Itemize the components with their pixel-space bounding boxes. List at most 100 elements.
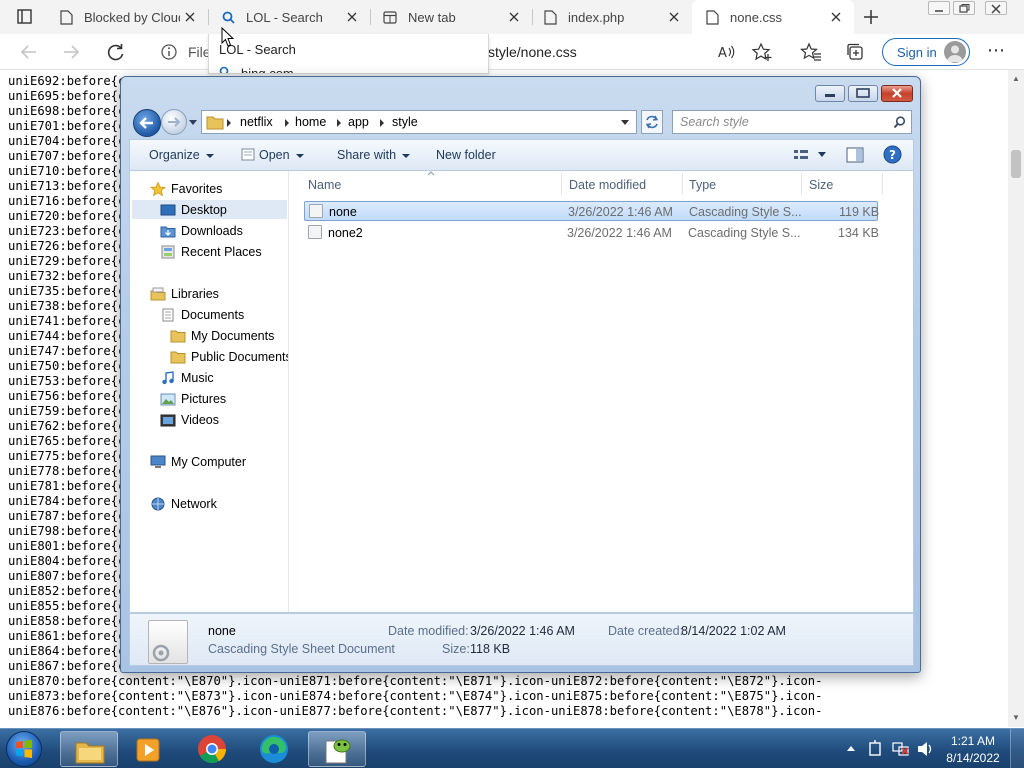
- taskbar-edge-button[interactable]: [245, 731, 303, 767]
- breadcrumb-home[interactable]: home: [295, 115, 326, 129]
- url-text[interactable]: style/none.css: [488, 44, 577, 60]
- column-header-date-modified[interactable]: Date modified: [569, 178, 646, 192]
- add-favorite-icon[interactable]: [751, 42, 773, 62]
- minimize-button[interactable]: [928, 1, 950, 15]
- nav-libraries[interactable]: Libraries: [150, 284, 219, 303]
- network-disconnected-icon[interactable]: [891, 729, 911, 769]
- nav-my-documents[interactable]: My Documents: [170, 326, 274, 345]
- nav-public-documents[interactable]: Public Documents: [170, 347, 288, 366]
- breadcrumb-app[interactable]: app: [348, 115, 369, 129]
- close-icon[interactable]: [342, 7, 362, 27]
- explorer-address-bar[interactable]: netflix home app style: [201, 110, 637, 134]
- help-icon[interactable]: ?: [883, 145, 902, 164]
- explorer-close-button[interactable]: [881, 85, 913, 102]
- source-line: uniE867:before{c: [8, 659, 126, 673]
- tab-none-css[interactable]: none.css: [692, 0, 854, 34]
- suggestion-item[interactable]: LOL - Search: [209, 36, 488, 58]
- nav-label: Downloads: [181, 223, 243, 238]
- close-icon[interactable]: [664, 7, 684, 27]
- nav-desktop[interactable]: Desktop: [132, 200, 287, 219]
- explorer-navigation-bar: netflix home app style Search style: [129, 107, 914, 137]
- explorer-refresh-button[interactable]: [641, 110, 663, 134]
- nav-favorites[interactable]: Favorites: [150, 179, 222, 198]
- column-divider: [801, 173, 802, 195]
- source-line: uniE753:before{c: [8, 374, 126, 388]
- clock-date[interactable]: 8/14/2022: [946, 751, 1000, 765]
- explorer-back-button[interactable]: [133, 109, 161, 137]
- forward-arrow-icon[interactable]: [60, 42, 82, 62]
- close-window-button[interactable]: [985, 1, 1007, 15]
- nav-downloads[interactable]: Downloads: [160, 221, 243, 240]
- nav-label: Favorites: [171, 181, 223, 196]
- taskbar-chrome-button[interactable]: [183, 731, 241, 767]
- show-desktop-button[interactable]: [1010, 729, 1024, 769]
- file-row[interactable]: none 3/26/2022 1:46 AM Cascading Style S…: [304, 201, 879, 221]
- file-row[interactable]: none2 3/26/2022 1:46 AM Cascading Style …: [304, 223, 879, 243]
- taskbar-explorer-button[interactable]: [60, 731, 118, 767]
- scroll-down-arrow-icon[interactable]: ▼: [1011, 713, 1021, 723]
- page-vertical-scrollbar[interactable]: ▲ ▼: [1008, 70, 1024, 727]
- address-history-dropdown-icon[interactable]: [620, 119, 630, 127]
- action-center-icon[interactable]: [866, 729, 886, 769]
- scroll-up-arrow-icon[interactable]: ▲: [1011, 74, 1021, 84]
- taskbar-notepad-plus-plus-button[interactable]: [308, 731, 366, 767]
- close-icon[interactable]: [504, 7, 524, 27]
- tab-blocked-by-cloudflare[interactable]: Blocked by Cloudflare: [46, 0, 208, 34]
- start-button[interactable]: [6, 731, 42, 767]
- column-header-type[interactable]: Type: [689, 178, 716, 192]
- open-label: Open: [259, 148, 290, 162]
- column-header-name[interactable]: Name: [308, 178, 341, 192]
- explorer-minimize-button[interactable]: [815, 85, 845, 102]
- nav-network[interactable]: Network: [150, 494, 217, 513]
- clock-time[interactable]: 1:21 AM: [946, 734, 1000, 748]
- share-with-label: Share with: [337, 148, 397, 162]
- explorer-forward-button[interactable]: [161, 109, 187, 135]
- tab-title: index.php: [568, 9, 625, 25]
- recent-locations-dropdown-icon[interactable]: [188, 119, 198, 127]
- nav-music[interactable]: Music: [160, 368, 214, 387]
- tab-actions-icon[interactable]: [10, 7, 38, 27]
- nav-my-computer[interactable]: My Computer: [150, 452, 246, 471]
- more-options-icon[interactable]: ⋯: [986, 41, 1006, 62]
- close-icon[interactable]: [826, 7, 846, 27]
- computer-icon: [150, 455, 166, 468]
- suggestion-item[interactable]: bing.com: [209, 60, 488, 73]
- breadcrumb-netflix[interactable]: netflix: [240, 115, 273, 129]
- volume-icon[interactable]: [915, 729, 935, 769]
- nav-pictures[interactable]: Pictures: [160, 389, 226, 408]
- recent-places-icon: [161, 245, 175, 258]
- favorites-icon[interactable]: [800, 42, 822, 62]
- preview-pane-icon[interactable]: [846, 147, 864, 163]
- scrollbar-thumb[interactable]: [1011, 150, 1021, 178]
- music-icon: [162, 370, 174, 384]
- tab-index-php[interactable]: index.php: [530, 0, 692, 34]
- taskbar-media-player-button[interactable]: [120, 731, 178, 767]
- new-tab-plus-icon[interactable]: [860, 6, 882, 28]
- search-icon[interactable]: [893, 116, 906, 129]
- restore-button[interactable]: [953, 1, 975, 15]
- open-button[interactable]: Open: [241, 148, 304, 162]
- sign-in-button[interactable]: Sign in: [882, 38, 970, 66]
- collections-icon[interactable]: [845, 42, 867, 62]
- refresh-icon[interactable]: [105, 42, 127, 62]
- nav-videos[interactable]: Videos: [160, 410, 219, 429]
- new-folder-button[interactable]: New folder: [436, 148, 496, 162]
- column-header-size[interactable]: Size: [809, 178, 833, 192]
- close-icon[interactable]: [180, 7, 200, 27]
- source-line: uniE707:before{c: [8, 149, 126, 163]
- breadcrumb-style[interactable]: style: [392, 115, 418, 129]
- show-hidden-icons-icon[interactable]: [845, 729, 857, 769]
- nav-recent-places[interactable]: Recent Places: [160, 242, 262, 261]
- search-icon: [219, 66, 229, 73]
- explorer-search-input[interactable]: Search style: [672, 110, 912, 134]
- back-arrow-icon[interactable]: [18, 42, 40, 62]
- read-aloud-icon[interactable]: A: [716, 42, 738, 62]
- explorer-maximize-button[interactable]: [848, 85, 878, 102]
- organize-button[interactable]: Organize: [149, 148, 214, 162]
- view-options-icon[interactable]: [793, 148, 827, 162]
- info-icon[interactable]: [160, 43, 178, 61]
- breadcrumb-separator-icon: [337, 119, 341, 127]
- share-with-button[interactable]: Share with: [337, 148, 411, 162]
- nav-documents[interactable]: Documents: [160, 305, 244, 324]
- tab-new-tab[interactable]: New tab: [370, 0, 532, 34]
